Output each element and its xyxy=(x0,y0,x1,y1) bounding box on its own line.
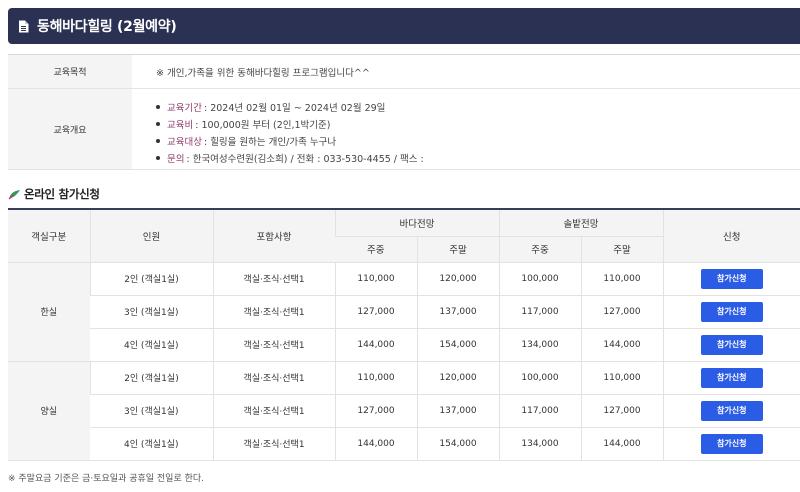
sea-weekday-price: 144,000 xyxy=(334,427,417,461)
room-type-western: 양실 xyxy=(8,361,90,461)
document-icon xyxy=(19,20,29,32)
pine-weekend-price: 127,000 xyxy=(580,295,663,329)
page-title: 동해바다힐링 (2월예약) xyxy=(37,19,177,35)
people-cell: 3인 (객실1실) xyxy=(90,394,213,428)
overview-item-target: 교육대상 : 힐링을 원하는 개인/가족 누구나 xyxy=(156,132,800,149)
pine-weekday-price: 134,000 xyxy=(498,328,581,362)
pine-weekday-price: 100,000 xyxy=(498,262,581,296)
program-info: 교육목적 ※ 개인,가족을 위한 동해바다힐링 프로그램입니다^^ 교육개요 교… xyxy=(8,54,800,170)
header-room-type: 객실구분 xyxy=(8,208,90,263)
sea-weekend-price: 120,000 xyxy=(416,361,499,395)
apply-cell: 참가신청 xyxy=(662,361,800,395)
header-people: 인원 xyxy=(89,208,213,263)
overview-label: 교육개요 xyxy=(8,89,132,169)
purpose-row: 교육목적 ※ 개인,가족을 위한 동해바다힐링 프로그램입니다^^ xyxy=(8,55,800,89)
apply-cell: 참가신청 xyxy=(662,295,800,329)
table-row: 3인 (객실1실) 객실·조식·선택1 127,000 137,000 117,… xyxy=(8,394,800,428)
sea-weekday-price: 110,000 xyxy=(334,361,417,395)
header-sea-view: 바다전망 xyxy=(334,208,499,237)
pine-weekday-price: 134,000 xyxy=(498,427,581,461)
apply-button[interactable]: 참가신청 xyxy=(700,334,763,355)
people-cell: 2인 (객실1실) xyxy=(89,361,213,395)
header-includes: 포함사항 xyxy=(212,208,335,263)
apply-button[interactable]: 참가신청 xyxy=(700,268,763,289)
pine-weekday-price: 117,000 xyxy=(498,295,581,329)
pine-weekend-price: 110,000 xyxy=(580,361,663,395)
header-sea-weekday: 주중 xyxy=(335,236,417,263)
includes-cell: 객실·조식·선택1 xyxy=(212,262,335,296)
includes-cell: 객실·조식·선택1 xyxy=(212,427,335,461)
apply-button[interactable]: 참가신청 xyxy=(700,400,763,421)
table-row: 3인 (객실1실) 객실·조식·선택1 127,000 137,000 117,… xyxy=(8,295,800,329)
sea-weekend-price: 154,000 xyxy=(416,328,499,362)
sea-weekday-price: 127,000 xyxy=(334,295,417,329)
sea-weekend-price: 137,000 xyxy=(416,394,499,428)
overview-row: 교육개요 교육기간 : 2024년 02월 01일 ~ 2024년 02월 29… xyxy=(8,89,800,170)
people-cell: 2인 (객실1실) xyxy=(89,262,213,296)
sea-weekday-price: 144,000 xyxy=(334,328,417,362)
page-header: 동해바다힐링 (2월예약) xyxy=(8,8,800,44)
bullet-icon xyxy=(156,104,160,109)
sea-weekday-price: 110,000 xyxy=(334,262,417,296)
bullet-icon xyxy=(156,138,160,143)
sea-weekend-price: 120,000 xyxy=(416,262,499,296)
bullet-icon xyxy=(156,121,160,126)
sea-weekday-price: 127,000 xyxy=(334,394,417,428)
header-sea-weekend: 주말 xyxy=(416,236,499,263)
apply-button[interactable]: 참가신청 xyxy=(700,433,763,454)
apply-cell: 참가신청 xyxy=(662,262,800,296)
purpose-value: ※ 개인,가족을 위한 동해바다힐링 프로그램입니다^^ xyxy=(156,67,370,79)
overview-item-contact: 문의 : 한국여성수련원(김소희) / 전화 : 033-530-4455 / … xyxy=(156,149,800,166)
sea-weekend-price: 137,000 xyxy=(416,295,499,329)
footnote: ※ 주말요금 기준은 금·토요일과 공휴일 전일로 한다. xyxy=(8,474,205,484)
pine-weekday-price: 117,000 xyxy=(498,394,581,428)
purpose-label: 교육목적 xyxy=(8,55,132,88)
room-type-korean: 한실 xyxy=(8,262,90,362)
overview-item-fee: 교육비 : 100,000원 부터 (2인,1박기준) xyxy=(156,115,800,132)
leaf-icon xyxy=(8,189,20,199)
includes-cell: 객실·조식·선택1 xyxy=(212,361,335,395)
table-row: 4인 (객실1실) 객실·조식·선택1 144,000 154,000 134,… xyxy=(8,427,800,461)
header-pine-weekend: 주말 xyxy=(580,236,663,263)
sea-weekend-price: 154,000 xyxy=(416,427,499,461)
price-table: 객실구분 인원 포함사항 바다전망 솔밭전망 신청 주중 주말 주중 주말 한실… xyxy=(8,208,800,461)
includes-cell: 객실·조식·선택1 xyxy=(212,328,335,362)
apply-cell: 참가신청 xyxy=(662,328,800,362)
header-pine-view: 솔밭전망 xyxy=(498,208,663,237)
people-cell: 3인 (객실1실) xyxy=(90,295,213,329)
header-pine-weekday: 주중 xyxy=(498,236,581,263)
pine-weekend-price: 144,000 xyxy=(580,427,663,461)
pine-weekend-price: 127,000 xyxy=(580,394,663,428)
includes-cell: 객실·조식·선택1 xyxy=(212,295,335,329)
table-row: 양실 2인 (객실1실) 객실·조식·선택1 110,000 120,000 1… xyxy=(8,361,800,461)
pine-weekday-price: 100,000 xyxy=(498,361,581,395)
people-cell: 4인 (객실1실) xyxy=(90,328,213,362)
pine-weekend-price: 144,000 xyxy=(580,328,663,362)
apply-button[interactable]: 참가신청 xyxy=(700,301,763,322)
bullet-icon xyxy=(156,155,160,160)
apply-cell: 참가신청 xyxy=(662,427,800,461)
overview-list: 교육기간 : 2024년 02월 01일 ~ 2024년 02월 29일 교육비… xyxy=(132,89,800,169)
apply-cell: 참가신청 xyxy=(662,394,800,428)
people-cell: 4인 (객실1실) xyxy=(90,427,213,461)
pine-weekend-price: 110,000 xyxy=(580,262,663,296)
table-row: 4인 (객실1실) 객실·조식·선택1 144,000 154,000 134,… xyxy=(8,328,800,362)
header-apply: 신청 xyxy=(662,208,800,263)
overview-item-period: 교육기간 : 2024년 02월 01일 ~ 2024년 02월 29일 xyxy=(156,98,800,115)
table-row: 한실 2인 (객실1실) 객실·조식·선택1 110,000 120,000 1… xyxy=(8,262,800,362)
apply-button[interactable]: 참가신청 xyxy=(700,367,763,388)
includes-cell: 객실·조식·선택1 xyxy=(212,394,335,428)
section-title: 온라인 참가신청 xyxy=(8,186,100,202)
